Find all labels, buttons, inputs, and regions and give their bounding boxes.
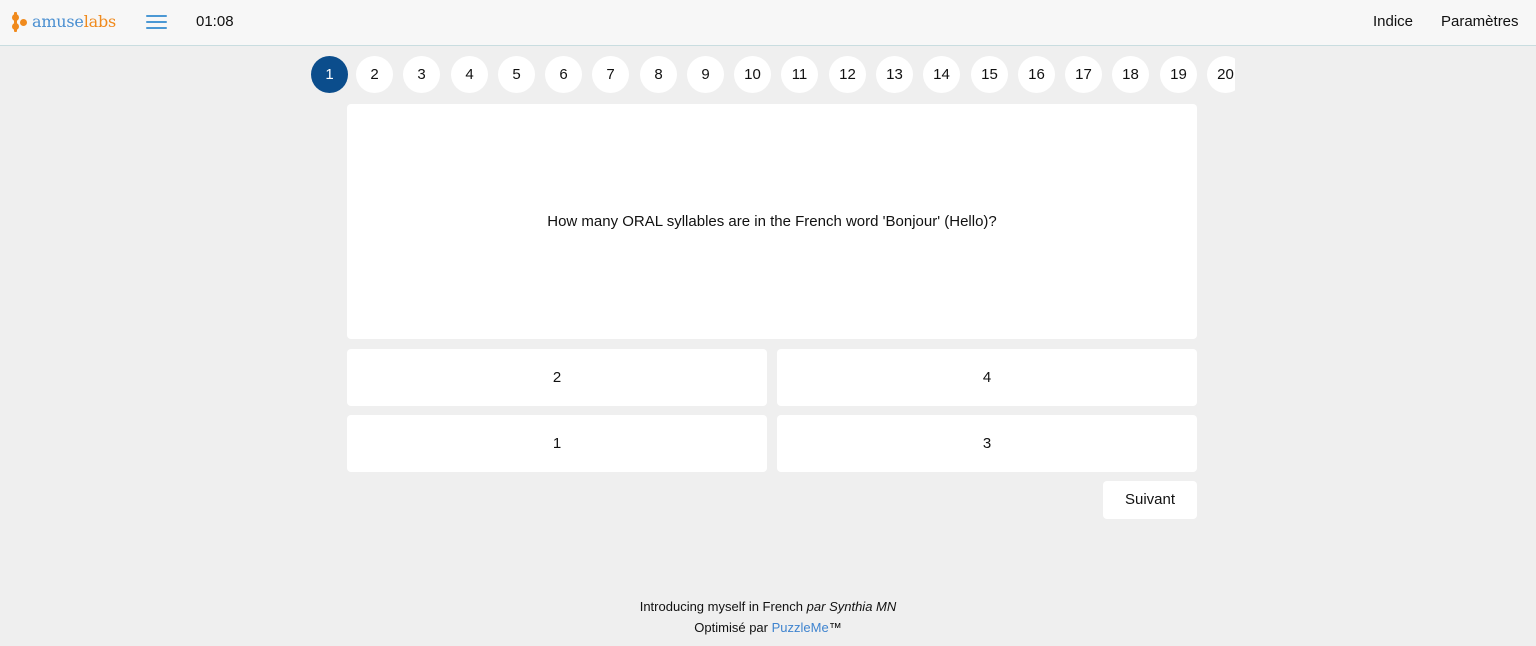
answer-option-1[interactable]: 2	[347, 349, 767, 406]
question-nav-13[interactable]: 13	[876, 56, 913, 93]
footer-credit: Introducing myself in French par Synthia…	[0, 599, 1536, 614]
question-nav-20[interactable]: 20	[1207, 56, 1235, 93]
menu-icon[interactable]	[146, 13, 167, 31]
question-card: How many ORAL syllables are in the Frenc…	[347, 104, 1197, 339]
question-nav-19[interactable]: 19	[1160, 56, 1197, 93]
question-nav-7[interactable]: 7	[592, 56, 629, 93]
question-nav-1[interactable]: 1	[311, 56, 348, 93]
powered-by-label: Optimisé par	[694, 620, 768, 635]
question-nav-4[interactable]: 4	[451, 56, 488, 93]
question-nav-11[interactable]: 11	[781, 56, 818, 93]
author-name: Synthia MN	[829, 599, 897, 614]
amuselabs-logo[interactable]: amuselabs	[11, 11, 116, 33]
answer-option-2[interactable]: 4	[777, 349, 1197, 406]
trademark-symbol: ™	[828, 620, 842, 635]
question-navigation: 1 2 3 4 5 6 7 8 9 10 11 12 13 14 15 16 1…	[309, 55, 1235, 95]
puzzle-title: Introducing myself in French	[639, 599, 804, 614]
top-bar: amuselabs 01:08 Indice Paramètres	[0, 0, 1536, 46]
by-label: par	[806, 599, 826, 614]
timer: 01:08	[196, 13, 234, 30]
question-nav-15[interactable]: 15	[971, 56, 1008, 93]
question-nav-3[interactable]: 3	[403, 56, 440, 93]
next-button[interactable]: Suivant	[1103, 481, 1197, 519]
logo-icon	[11, 12, 29, 32]
settings-button[interactable]: Paramètres	[1441, 13, 1519, 31]
question-nav-9[interactable]: 9	[687, 56, 724, 93]
question-nav-6[interactable]: 6	[545, 56, 582, 93]
question-nav-17[interactable]: 17	[1065, 56, 1102, 93]
question-nav-16[interactable]: 16	[1018, 56, 1055, 93]
answer-option-4[interactable]: 3	[777, 415, 1197, 472]
answer-option-3[interactable]: 1	[347, 415, 767, 472]
question-nav-14[interactable]: 14	[923, 56, 960, 93]
logo-text-part2: labs	[83, 12, 117, 31]
question-nav-12[interactable]: 12	[829, 56, 866, 93]
powered-by: Optimisé par PuzzleMe™	[0, 620, 1536, 635]
hint-button[interactable]: Indice	[1373, 13, 1413, 31]
question-nav-8[interactable]: 8	[640, 56, 677, 93]
puzzleme-link[interactable]: PuzzleMe	[772, 620, 829, 635]
question-nav-2[interactable]: 2	[356, 56, 393, 93]
question-nav-18[interactable]: 18	[1112, 56, 1149, 93]
question-nav-10[interactable]: 10	[734, 56, 771, 93]
logo-text: amuselabs	[32, 12, 116, 32]
question-text: How many ORAL syllables are in the Frenc…	[547, 213, 997, 230]
question-nav-5[interactable]: 5	[498, 56, 535, 93]
logo-text-part1: amuse	[32, 12, 84, 31]
